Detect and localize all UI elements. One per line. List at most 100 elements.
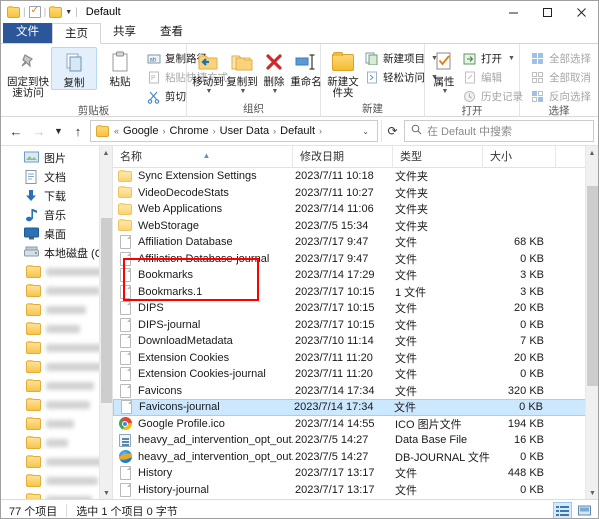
move-to-button[interactable]: 移动到 ▼ <box>191 47 225 95</box>
scroll-down-icon[interactable]: ▼ <box>586 486 598 499</box>
file-name-cell[interactable]: DIPS <box>113 301 293 316</box>
copy-to-button[interactable]: 复制到 ▼ <box>225 47 259 95</box>
sidebar-item-本地磁盘 (C:)[interactable]: 本地磁盘 (C:) <box>1 243 112 262</box>
sidebar-item-redacted[interactable] <box>1 319 112 338</box>
rename-button[interactable]: 重命名 <box>289 47 323 88</box>
file-name-cell[interactable]: Affiliation Database-journal <box>113 251 293 266</box>
column-header-type[interactable]: 类型 <box>393 146 483 168</box>
chevron-down-icon[interactable]: ▼ <box>65 9 72 16</box>
select-all-button[interactable]: 全部选择 <box>527 50 594 67</box>
file-name-cell[interactable]: DIPS-journal <box>113 317 293 332</box>
table-row[interactable]: VideoDecodeStats 2023/7/11 10:27 文件夹 <box>113 185 598 202</box>
copy-button[interactable]: 复制 <box>51 47 97 90</box>
breadcrumb-overflow[interactable]: « <box>113 126 120 136</box>
file-name-cell[interactable]: Extension Cookies-journal <box>113 367 293 382</box>
properties-checkmark-icon[interactable] <box>28 5 41 18</box>
table-row[interactable]: History 2023/7/17 13:17 文件 448 KB <box>113 465 598 482</box>
table-row[interactable]: Bookmarks 2023/7/14 17:29 文件 3 KB <box>113 267 598 284</box>
file-name-cell[interactable]: Bookmarks <box>113 268 293 283</box>
sidebar-item-文档[interactable]: 文档 <box>1 167 112 186</box>
search-box[interactable]: 在 Default 中搜索 <box>404 120 594 142</box>
tab-share[interactable]: 共享 <box>101 22 148 43</box>
search-input[interactable]: 在 Default 中搜索 <box>427 123 512 139</box>
sidebar-item-redacted[interactable] <box>1 471 112 490</box>
navigation-pane-scrollbar[interactable]: ▲ ▼ <box>99 146 112 499</box>
select-none-button[interactable]: 全部取消 <box>527 69 594 86</box>
navigation-scroll-thumb[interactable] <box>101 218 112 403</box>
table-row[interactable]: Favicons 2023/7/14 17:34 文件 320 KB <box>113 383 598 400</box>
table-row[interactable]: Affiliation Database 2023/7/17 9:47 文件 68 K… <box>113 234 598 251</box>
table-row[interactable]: DIPS 2023/7/17 10:15 文件 20 KB <box>113 300 598 317</box>
sidebar-item-redacted[interactable] <box>1 414 112 433</box>
file-name-cell[interactable]: Favicons <box>113 383 293 398</box>
file-name-cell[interactable]: Google Profile.ico <box>113 416 293 431</box>
file-name-cell[interactable]: History <box>113 466 293 481</box>
scroll-up-icon[interactable]: ▲ <box>586 146 598 160</box>
sidebar-item-redacted[interactable] <box>1 281 112 300</box>
file-list-scroll-thumb[interactable] <box>587 186 598 386</box>
refresh-icon[interactable]: ⟳ <box>381 120 403 142</box>
maximize-button[interactable] <box>530 1 564 23</box>
sidebar-item-图片[interactable]: 图片 <box>1 148 112 167</box>
table-row[interactable]: heavy_ad_intervention_opt_out.db-jou...2… <box>113 449 598 466</box>
breadcrumb-bar[interactable]: « Google › Chrome › User Data › Default … <box>90 120 378 142</box>
sidebar-item-redacted[interactable] <box>1 262 112 281</box>
table-row[interactable]: heavy_ad_intervention_opt_out.db 2023/7/5… <box>113 432 598 449</box>
file-name-cell[interactable]: heavy_ad_intervention_opt_out.db-jou... <box>113 449 293 464</box>
table-row[interactable]: Extension Cookies 2023/7/11 11:20 文件 20 KB <box>113 350 598 367</box>
chevron-down-icon[interactable]: ▼ <box>240 88 247 95</box>
sidebar-item-redacted[interactable] <box>1 395 112 414</box>
table-row[interactable]: Extension Cookies-journal 2023/7/11 11:20… <box>113 366 598 383</box>
sidebar-item-音乐[interactable]: 音乐 <box>1 205 112 224</box>
sidebar-item-redacted[interactable] <box>1 300 112 319</box>
chevron-down-icon[interactable]: ▼ <box>442 88 449 95</box>
paste-button[interactable]: 粘贴 <box>97 47 143 88</box>
file-name-cell[interactable]: Web Applications <box>113 202 293 217</box>
up-arrow-icon[interactable]: ↑ <box>67 120 89 142</box>
file-name-cell[interactable]: heavy_ad_intervention_opt_out.db <box>113 433 293 448</box>
file-name-cell[interactable]: DownloadMetadata <box>113 334 293 349</box>
pin-to-quick-access-button[interactable]: 固定到快速访问 <box>5 47 51 99</box>
folder-icon[interactable] <box>7 5 20 18</box>
scroll-down-icon[interactable]: ▼ <box>100 486 112 499</box>
sidebar-item-redacted[interactable] <box>1 433 112 452</box>
new-folder-button[interactable]: 新建文件夹 <box>325 47 361 99</box>
invert-selection-button[interactable]: 反向选择 <box>527 88 594 105</box>
file-name-cell[interactable]: Sync Extension Settings <box>113 169 293 184</box>
delete-button[interactable]: 删除 ▼ <box>259 47 289 95</box>
chevron-down-icon[interactable]: ▼ <box>206 88 213 95</box>
table-row[interactable]: Sync Extension Settings 2023/7/11 10:18 文件… <box>113 168 598 185</box>
table-row[interactable]: DIPS-journal 2023/7/17 10:15 文件 0 KB <box>113 317 598 334</box>
column-header-size[interactable]: 大小 <box>483 146 556 168</box>
table-row[interactable]: Affiliation Database-journal 2023/7/17 9:… <box>113 251 598 268</box>
file-list-scrollbar[interactable]: ▲ ▼ <box>585 146 598 499</box>
recent-locations-chevron-down-icon[interactable]: ▼ <box>51 120 66 142</box>
table-row[interactable]: History-journal 2023/7/17 13:17 文件 0 KB <box>113 482 598 499</box>
table-row[interactable]: Google Profile.ico 2023/7/14 14:55 ICO 图片文… <box>113 416 598 433</box>
breadcrumb-item-default[interactable]: Default <box>277 125 318 137</box>
breadcrumb-chevron-down-icon[interactable]: ⌄ <box>357 127 374 136</box>
column-header-name[interactable]: ▲ 名称 <box>113 146 293 168</box>
tab-file[interactable]: 文件 <box>3 22 52 43</box>
column-header-date-modified[interactable]: 修改日期 <box>293 146 393 168</box>
scroll-up-icon[interactable]: ▲ <box>100 146 112 160</box>
file-name-cell[interactable]: VideoDecodeStats <box>113 185 293 200</box>
large-icons-view-icon[interactable] <box>575 502 594 518</box>
sidebar-item-redacted[interactable] <box>1 357 112 376</box>
back-arrow-icon[interactable]: ← <box>5 120 27 142</box>
chevron-down-icon[interactable]: ▼ <box>272 88 279 95</box>
file-name-cell[interactable]: Affiliation Database <box>113 235 293 250</box>
breadcrumb-item-user-data[interactable]: User Data <box>217 125 273 137</box>
minimize-button[interactable] <box>496 1 530 23</box>
table-row[interactable]: DownloadMetadata 2023/7/10 11:14 文件 7 KB <box>113 333 598 350</box>
tab-home[interactable]: 主页 <box>52 23 101 44</box>
sidebar-item-桌面[interactable]: 桌面 <box>1 224 112 243</box>
file-name-cell[interactable]: WebStorage <box>113 218 293 233</box>
properties-button[interactable]: 属性 ▼ <box>429 47 459 95</box>
sidebar-item-redacted[interactable] <box>1 490 112 499</box>
edit-button[interactable]: 编辑 <box>459 69 526 86</box>
close-button[interactable] <box>564 1 598 23</box>
details-view-icon[interactable] <box>553 502 572 518</box>
sidebar-item-redacted[interactable] <box>1 376 112 395</box>
table-row[interactable]: WebStorage 2023/7/5 15:34 文件夹 <box>113 218 598 235</box>
